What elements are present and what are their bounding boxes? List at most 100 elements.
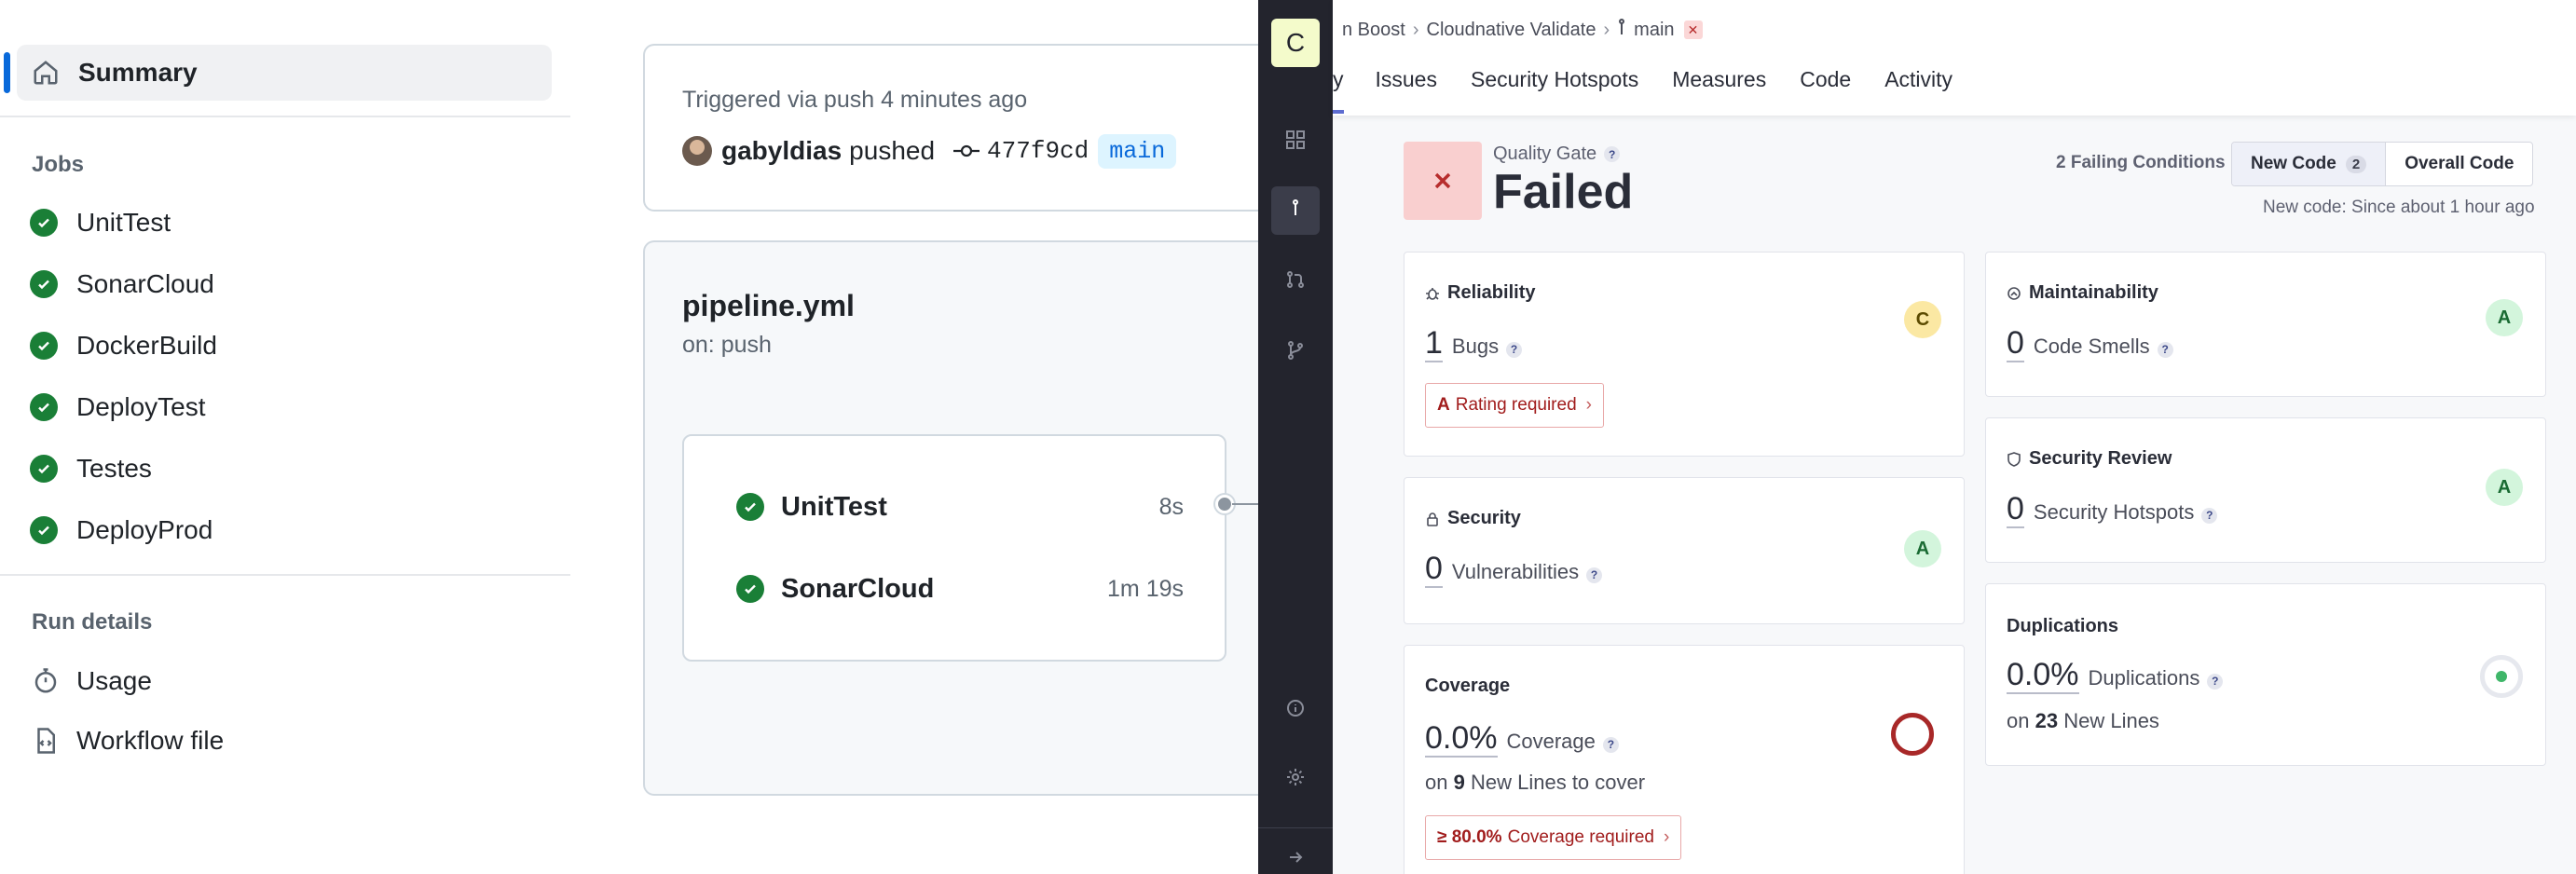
rail-settings-button[interactable] <box>1271 755 1320 803</box>
help-icon[interactable]: ? <box>1604 146 1621 162</box>
coverage-lines-count[interactable]: 9 <box>1454 771 1465 794</box>
commit-sha-link[interactable]: 477f9cd <box>987 137 1089 165</box>
tab-overview[interactable]: y <box>1333 67 1344 114</box>
help-icon[interactable]: ? <box>1602 736 1619 753</box>
workflow-file-label: Workflow file <box>76 726 225 755</box>
duplications-lines-count[interactable]: 23 <box>2035 709 2058 732</box>
run-usage-link[interactable]: Usage <box>30 658 152 704</box>
breadcrumb-repo[interactable]: Cloudnative Validate <box>1427 20 1596 41</box>
branch-icon <box>1617 19 1626 41</box>
graph-job-unittest[interactable]: UnitTest 8s <box>736 488 1184 526</box>
arrow-right-icon <box>1287 849 1304 870</box>
sidebar-job-deployprod[interactable]: DeployProd <box>30 507 212 553</box>
reliability-rating-badge[interactable]: C <box>1904 301 1941 338</box>
rail-dashboard-button[interactable] <box>1271 117 1320 166</box>
job-label: UnitTest <box>76 208 171 237</box>
tab-measures[interactable]: Measures <box>1672 67 1766 104</box>
security-review-card: Security Review 0 Security Hotspots ? A <box>1985 417 2546 563</box>
hotspots-count[interactable]: 0 <box>2007 492 2024 528</box>
help-icon[interactable]: ? <box>2157 341 2173 358</box>
sidebar-job-testes[interactable]: Testes <box>30 445 152 492</box>
quality-gate-status: Failed <box>1493 165 1634 219</box>
breadcrumb-project[interactable]: n Boost <box>1342 20 1405 41</box>
coverage-value-row[interactable]: 0.0% Coverage ? <box>1425 721 1619 758</box>
trigger-text: Triggered via push 4 minutes ago <box>682 87 1028 113</box>
vulnerabilities-count[interactable]: 0 <box>1425 552 1443 588</box>
reliability-requirement[interactable]: A Rating required › <box>1425 383 1604 428</box>
coverage-card: Coverage 0.0% Coverage ? on 9 New Lines … <box>1404 645 1965 874</box>
avatar[interactable] <box>682 136 712 166</box>
pipeline-trigger: on: push <box>682 332 772 358</box>
vulnerabilities-label: Vulnerabilities <box>1451 560 1580 583</box>
active-indicator <box>4 52 10 93</box>
sidebar-job-dockerbuild[interactable]: DockerBuild <box>30 322 217 369</box>
graph-connector-line <box>1232 503 1260 505</box>
usage-label: Usage <box>76 666 152 695</box>
coverage-requirement[interactable]: ≥ 80.0% Coverage required › <box>1425 815 1682 860</box>
push-verb: pushed <box>849 136 936 165</box>
security-review-value-row[interactable]: 0 Security Hotspots ? <box>2007 492 2218 528</box>
coverage-indicator-icon <box>1891 713 1934 756</box>
bugs-count[interactable]: 1 <box>1425 326 1443 362</box>
git-commit-icon <box>953 142 980 160</box>
graph-job-name: SonarCloud <box>781 573 935 604</box>
pipeline-graph-card: pipeline.yml on: push UnitTest 8s SonarC… <box>643 240 1295 796</box>
nav-summary-label: Summary <box>78 58 198 87</box>
job-label: DeployTest <box>76 392 206 421</box>
stopwatch-icon <box>30 665 62 697</box>
security-value-row[interactable]: 0 Vulnerabilities ? <box>1425 552 1603 588</box>
sonar-header: n Boost › Cloudnative Validate › main ✕ … <box>1333 0 2576 116</box>
help-icon[interactable]: ? <box>2201 507 2218 524</box>
help-icon[interactable]: ? <box>1506 341 1523 358</box>
tab-activity[interactable]: Activity <box>1884 67 1953 104</box>
tab-code[interactable]: Code <box>1800 67 1851 104</box>
breadcrumb-branch[interactable]: main <box>1634 20 1674 41</box>
success-check-icon <box>30 332 58 360</box>
info-icon <box>1285 698 1306 723</box>
graph-job-sonarcloud[interactable]: SonarCloud 1m 19s <box>736 570 1184 608</box>
branch-tag[interactable]: main <box>1098 133 1177 169</box>
tab-issues[interactable]: Issues <box>1376 67 1437 104</box>
coverage-label: Coverage <box>1506 730 1596 753</box>
rail-expand-button[interactable] <box>1271 844 1320 874</box>
sidebar-job-deploytest[interactable]: DeployTest <box>30 384 206 430</box>
sonar-main: n Boost › Cloudnative Validate › main ✕ … <box>1333 0 2576 874</box>
maintainability-value-row[interactable]: 0 Code Smells ? <box>2007 326 2173 362</box>
divider <box>0 116 570 117</box>
coverage-percent[interactable]: 0.0% <box>1425 721 1498 758</box>
maintainability-rating-badge[interactable]: A <box>2486 299 2523 336</box>
code-smells-count[interactable]: 0 <box>2007 326 2024 362</box>
sidebar-job-sonarcloud[interactable]: SonarCloud <box>30 261 214 307</box>
overall-code-toggle[interactable]: Overall Code <box>2386 143 2532 185</box>
reliability-card: Reliability 1 Bugs ? C A Rating required… <box>1404 252 1965 457</box>
branch-icon <box>1285 198 1306 224</box>
security-review-rating-badge[interactable]: A <box>2486 469 2523 506</box>
graph-job-name: UnitTest <box>781 491 887 522</box>
reliability-value-row[interactable]: 1 Bugs ? <box>1425 326 1523 362</box>
divider <box>0 574 570 576</box>
tab-security-hotspots[interactable]: Security Hotspots <box>1471 67 1638 104</box>
coverage-lines: on 9 New Lines to cover <box>1425 771 1646 794</box>
rail-pull-requests-button[interactable] <box>1271 257 1320 306</box>
duplications-value-row[interactable]: 0.0% Duplications ? <box>2007 658 2224 694</box>
home-icon <box>30 57 62 89</box>
rail-divider <box>1258 827 1333 828</box>
rail-branch-button[interactable] <box>1271 186 1320 235</box>
nav-summary[interactable]: Summary <box>4 45 552 101</box>
help-icon[interactable]: ? <box>2207 673 2224 690</box>
duplications-percent[interactable]: 0.0% <box>2007 658 2079 694</box>
duplications-title: Duplications <box>2007 616 2119 636</box>
sidebar-job-unittest[interactable]: UnitTest <box>30 199 171 246</box>
chevron-right-icon: › <box>1663 827 1670 847</box>
help-icon[interactable]: ? <box>1586 567 1603 583</box>
security-rating-badge[interactable]: A <box>1904 530 1941 567</box>
push-user-link[interactable]: gabyldias <box>721 136 842 166</box>
hotspots-label: Security Hotspots <box>2033 500 2195 524</box>
sonar-tabs: y Issues Security Hotspots Measures Code… <box>1333 67 1986 116</box>
rail-branches-button[interactable] <box>1271 328 1320 376</box>
run-workflow-file-link[interactable]: Workflow file <box>30 717 224 764</box>
rail-info-button[interactable] <box>1271 686 1320 734</box>
org-avatar[interactable]: C <box>1271 19 1320 67</box>
graph-job-duration: 8s <box>1158 493 1184 520</box>
new-code-toggle[interactable]: New Code 2 <box>2232 143 2387 185</box>
